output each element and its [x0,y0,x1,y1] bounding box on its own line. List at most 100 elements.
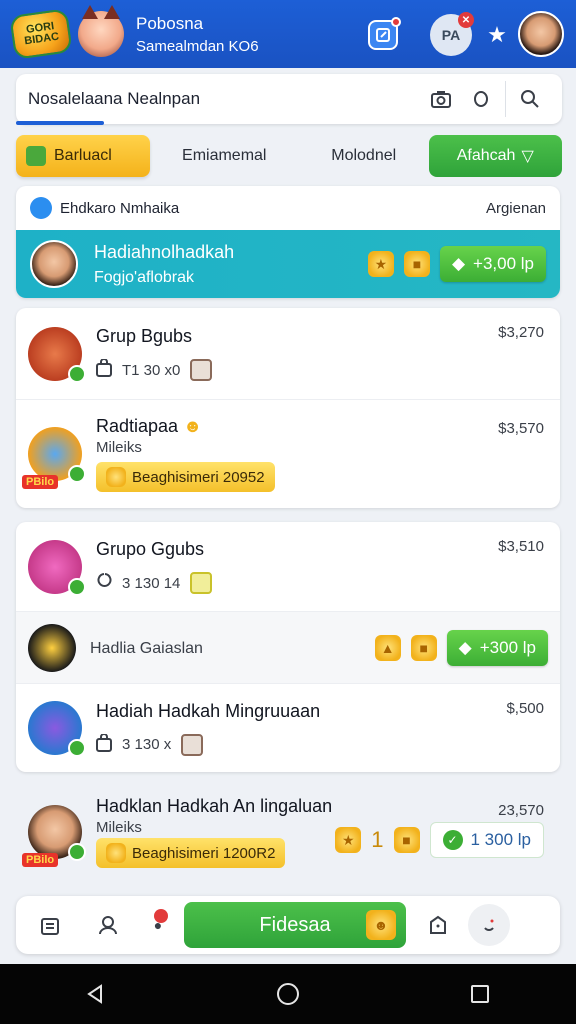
list-item[interactable]: Hadiah Hadkah Mingruuaan 3 130 x $,500 [16,684,560,772]
banner-rewards: ★ ■ ◆ +3,00 lp [367,246,546,282]
featured-card: Ehdkaro Nmhaika Argienan Hadiahnolhadkah… [16,186,560,298]
row-rewards: ★ 1 ■ ✓ 1 300 lp [335,822,544,858]
chat-icon [30,197,52,219]
camera-icon[interactable] [421,79,461,119]
bag-icon [96,358,112,381]
banner-text: Hadiahnolhadkah Fogjo'aflobrak [94,242,234,287]
row-title: Grupo Ggubs [96,539,205,559]
list-item[interactable]: Grup Bgubs T1 30 x0 $3,270 [16,308,560,400]
striped-icon [28,701,86,757]
star-coin-icon: ★ [335,827,362,853]
row-meta-text: 3 130 14 [122,574,181,592]
list-item[interactable]: PBilo Hadklan Hadkah An lingaluan Mileik… [16,784,560,880]
banner-title: Hadiahnolhadkah [94,241,235,262]
featured-header: Ehdkaro Nmhaika Argienan [16,186,560,230]
logo-text: GORI BIDAC [23,20,60,48]
square-icon [190,359,213,381]
user-avatar[interactable] [518,11,564,57]
row-body: Grupo Ggubs 3 130 14 [96,539,548,594]
home-circle-icon[interactable] [268,974,308,1014]
app-logo[interactable]: GORI BIDAC [9,8,73,60]
row-title: Grup Bgubs [96,326,193,346]
mascot-avatar [78,5,124,57]
featured-label: Ehdkaro Nmhaika [60,199,180,217]
row-body: Grup Bgubs T1 30 x0 [96,326,548,381]
list-item[interactable]: PBilo Radtiapaa ☻ Mileiks Beaghisimeri 2… [16,400,560,508]
gift-box-icon: ■ [393,827,420,853]
coin-icon [106,467,126,487]
row-rewards: ▲ ■ ◆ +300 lp [374,629,548,666]
gift-box-icon: ■ [410,634,437,661]
row-meta: T1 30 x0 [96,358,548,381]
search-icon[interactable] [510,79,550,119]
action-button[interactable]: Afahcah ▽ [428,135,562,177]
row-price: $3,270 [498,324,544,341]
home-icon[interactable] [30,905,70,945]
square-icon [190,572,213,594]
settings-icon[interactable] [468,904,510,946]
gift-box-icon: ■ [403,251,430,277]
bag-icon[interactable] [418,905,458,945]
row-title: Hadiah Hadkah Mingruuaan [96,700,321,721]
reward-amount: 1 300 lp [470,830,532,849]
gift-icon[interactable]: ● [146,905,170,945]
featured-banner[interactable]: Hadiahnolhadkah Fogjo'aflobrak ★ ■ ◆ +3,… [16,230,560,298]
check-icon: ✓ [442,830,463,850]
recents-icon[interactable] [460,974,500,1014]
chevron-down-icon: ▽ [521,148,534,165]
row-title: Hadlia Gaiaslan [90,639,203,657]
row-body: Hadlia Gaiaslan [90,638,375,658]
search-bar[interactable]: Nosalelaana Nealnpan [16,74,562,124]
badge-label: PBilo [22,475,59,489]
trophy-icon [28,623,76,672]
system-nav-bar [0,964,576,1024]
tab-bar: Barluacl Emiamemal Molodnel Afahcah ▽ [16,134,562,178]
star-icon[interactable]: ★ [482,20,512,50]
smile-icon: ☻ [183,416,203,436]
circle-icon[interactable] [461,79,501,119]
profile-icon[interactable] [88,905,128,945]
tab-2[interactable]: Emiamemal [150,147,299,165]
row-price: $3,570 [498,420,544,437]
list-item[interactable]: Grupo Ggubs 3 130 14 $3,510 [16,522,560,612]
ring-icon [28,539,86,596]
tab-active-label: Barluacl [54,147,112,164]
bonus-pill[interactable]: Beaghisimeri 1200R2 [96,838,286,868]
back-icon[interactable] [76,974,116,1014]
search-underline [16,121,104,125]
square-icon [181,733,204,756]
edit-icon[interactable] [368,17,401,50]
notification-dot [391,17,401,27]
app-title: Pobosna [136,13,204,33]
notification-dot [154,909,168,923]
verified-icon [68,843,86,861]
tab-3[interactable]: Molodnel [299,147,429,165]
chart-icon-label: PA [441,27,461,43]
tab-active[interactable]: Barluacl [16,135,150,177]
banner-subtitle: Fogjo'aflobrak [94,268,194,286]
list-card-1: Grup Bgubs T1 30 x0 $3,270 PBilo Radtiap… [16,308,560,508]
row-price: $3,510 [498,538,544,555]
row-title-text: Radtiapaa [96,416,179,436]
reward-amount: +3,00 lp [473,254,534,273]
bonus-pill-label: Beaghisimeri 1200R2 [132,844,276,862]
row-price: $,500 [506,700,544,717]
reward-amount-button[interactable]: ◆ +300 lp [446,629,548,666]
row-body: Hadiah Hadkah Mingruuaan 3 130 x [96,701,548,756]
bonus-pill-label: Beaghisimeri 20952 [132,468,265,486]
verified-icon [68,465,86,483]
row-price: 23,570 [498,802,544,819]
search-input[interactable]: Nosalelaana Nealnpan [28,89,421,109]
list-item[interactable]: Hadlia Gaiaslan ▲ ■ ◆ +300 lp [16,612,560,684]
smile-coin-icon: ☻ [366,910,396,940]
list-card-2: Grupo Ggubs 3 130 14 $3,510 Hadlia Gaias… [16,522,560,772]
chart-icon[interactable]: PA ✕ [430,12,474,56]
reward-amount-button[interactable]: ✓ 1 300 lp [429,822,544,858]
row-body: Radtiapaa ☻ Mileiks Beaghisimeri 20952 [96,416,548,492]
bonus-pill[interactable]: Beaghisimeri 20952 [96,462,275,492]
divider [505,81,506,117]
main-action-button[interactable]: Fidesaa ☻ [184,902,406,948]
reward-amount-button[interactable]: ◆ +3,00 lp [439,246,546,282]
featured-right-label[interactable]: Argienan [486,200,546,217]
bag-icon [96,572,112,594]
